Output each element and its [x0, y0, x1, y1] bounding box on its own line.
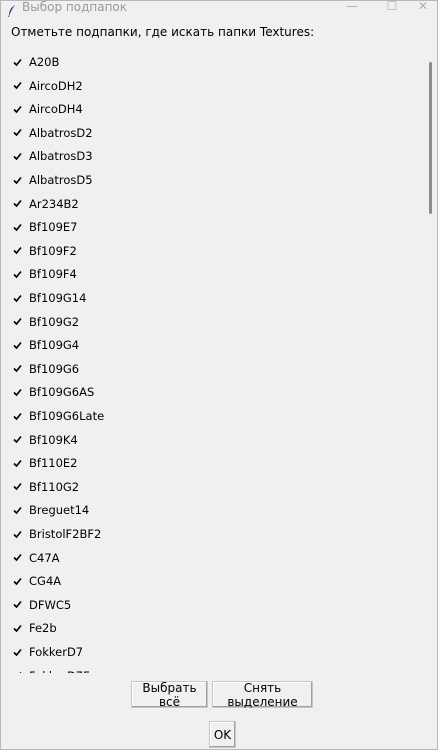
- checkmark-icon[interactable]: [13, 152, 22, 161]
- folder-checkbox-item[interactable]: Fe2b: [13, 619, 57, 637]
- checkmark-icon[interactable]: [13, 176, 22, 185]
- folder-checkbox-item[interactable]: DFWC5: [13, 596, 71, 614]
- checkmark-icon[interactable]: [13, 624, 22, 633]
- checkmark-icon[interactable]: [13, 128, 22, 137]
- folder-checkbox-list[interactable]: A20B AircoDH2 AircoDH4 AlbatrosD2 AlbatrosD3…: [9, 49, 423, 673]
- checkmark-icon[interactable]: [13, 317, 22, 326]
- folder-checkbox-item[interactable]: AircoDH2: [13, 77, 83, 95]
- folder-checkbox-item[interactable]: Bf110G2: [13, 478, 79, 496]
- folder-label: Fe2b: [29, 621, 57, 636]
- checkmark-icon[interactable]: [13, 553, 22, 562]
- checkmark-icon[interactable]: [13, 364, 22, 373]
- checkmark-icon[interactable]: [13, 412, 22, 421]
- checkmark-icon[interactable]: [13, 246, 22, 255]
- folder-label: Breguet14: [29, 503, 90, 518]
- prompt-label: Отметьте подпапки, где искать папки Text…: [11, 25, 315, 39]
- folder-checkbox-item[interactable]: Bf109G6AS: [13, 383, 94, 401]
- folder-checkbox-item[interactable]: Bf109G2: [13, 313, 79, 331]
- folder-label: DFWC5: [29, 597, 72, 612]
- folder-checkbox-item[interactable]: Bf109F4: [13, 265, 77, 283]
- folder-label: Bf109G14: [29, 291, 87, 305]
- folder-label: AircoDH4: [29, 102, 83, 117]
- folder-label: Bf109K4: [29, 432, 78, 447]
- folder-label: BristolF2BF2: [29, 527, 102, 541]
- folder-label: Bf109G6Late: [29, 409, 105, 423]
- folder-label: Bf109E7: [29, 220, 78, 235]
- minimize-button[interactable]: —: [335, 0, 369, 15]
- folder-label: Bf109G6: [29, 361, 80, 376]
- title-bar: Выбор подпапок — ☐ ✕: [1, 0, 438, 17]
- folder-label: C47A: [29, 550, 60, 565]
- folder-checkbox-item[interactable]: BristolF2BF2: [13, 525, 101, 543]
- folder-label: FokkerD7: [29, 645, 84, 659]
- checkmark-icon[interactable]: [13, 388, 22, 397]
- folder-label: FokkerD7F: [29, 669, 90, 673]
- select-all-button[interactable]: Выбрать всё: [131, 681, 208, 709]
- folder-checkbox-item[interactable]: AlbatrosD3: [13, 147, 93, 165]
- close-button[interactable]: ✕: [406, 0, 438, 15]
- vertical-scrollbar[interactable]: [429, 49, 433, 673]
- folder-checkbox-item[interactable]: Bf109G14: [13, 289, 86, 307]
- scrollbar-thumb[interactable]: [429, 62, 432, 214]
- folder-label: Bf109F4: [29, 267, 77, 282]
- folder-label: A20B: [29, 55, 60, 69]
- checkmark-icon[interactable]: [13, 530, 22, 539]
- checkmark-icon[interactable]: [13, 506, 22, 515]
- folder-checkbox-item[interactable]: CG4A: [13, 572, 61, 590]
- folder-checkbox-item[interactable]: AlbatrosD5: [13, 171, 93, 189]
- folder-checkbox-item[interactable]: Bf109E7: [13, 218, 77, 236]
- folder-checkbox-item[interactable]: AlbatrosD2: [13, 124, 93, 142]
- checkmark-icon[interactable]: [13, 58, 22, 67]
- ok-button[interactable]: OK: [209, 721, 236, 748]
- maximize-button[interactable]: ☐: [375, 0, 409, 15]
- folder-checkbox-item[interactable]: FokkerD7F: [13, 667, 90, 673]
- folder-label: Bf110E2: [29, 456, 78, 471]
- folder-label: AircoDH2: [29, 78, 83, 93]
- folder-label: AlbatrosD3: [29, 149, 93, 164]
- folder-select-window: Выбор подпапок — ☐ ✕ Отметьте подпапки, …: [0, 0, 438, 750]
- folder-label: Bf109G6AS: [29, 385, 95, 400]
- checkmark-icon[interactable]: [13, 600, 22, 609]
- feather-icon: [7, 2, 17, 17]
- checkmark-icon[interactable]: [13, 482, 22, 491]
- checkmark-icon[interactable]: [13, 341, 22, 350]
- folder-checkbox-item[interactable]: AircoDH4: [13, 100, 83, 118]
- checkmark-icon[interactable]: [13, 199, 22, 208]
- folder-checkbox-item[interactable]: Breguet14: [13, 501, 89, 519]
- folder-checkbox-item[interactable]: Bf109G6Late: [13, 407, 104, 425]
- checkmark-icon[interactable]: [13, 648, 22, 657]
- folder-checkbox-item[interactable]: FokkerD7: [13, 643, 83, 661]
- folder-label: Ar234B2: [29, 196, 79, 211]
- checkmark-icon[interactable]: [13, 671, 22, 673]
- checkmark-icon[interactable]: [13, 459, 22, 468]
- folder-label: CG4A: [29, 574, 62, 589]
- folder-checkbox-item[interactable]: A20B: [13, 53, 59, 71]
- checkmark-icon[interactable]: [13, 105, 22, 114]
- folder-checkbox-item[interactable]: Bf109G6: [13, 360, 79, 378]
- folder-checkbox-item[interactable]: Bf109K4: [13, 431, 78, 449]
- checkmark-icon[interactable]: [13, 81, 22, 90]
- folder-checkbox-item[interactable]: Bf109F2: [13, 242, 77, 260]
- folder-checkbox-item[interactable]: C47A: [13, 549, 60, 567]
- folder-checkbox-item[interactable]: Ar234B2: [13, 195, 79, 213]
- folder-label: Bf109G2: [29, 314, 80, 329]
- folder-checkbox-item[interactable]: Bf110E2: [13, 454, 77, 472]
- folder-label: Bf109G4: [29, 338, 80, 353]
- checkmark-icon[interactable]: [13, 270, 22, 279]
- checkmark-icon[interactable]: [13, 435, 22, 444]
- folder-label: AlbatrosD2: [29, 125, 93, 140]
- folder-label: AlbatrosD5: [29, 173, 93, 187]
- folder-label: Bf110G2: [29, 479, 80, 494]
- window-title: Выбор подпапок: [22, 0, 127, 14]
- deselect-all-button[interactable]: Снять выделение: [212, 681, 313, 709]
- checkmark-icon[interactable]: [13, 223, 22, 232]
- folder-checkbox-item[interactable]: Bf109G4: [13, 336, 79, 354]
- checkmark-icon[interactable]: [13, 577, 22, 586]
- folder-label: Bf109F2: [29, 243, 77, 258]
- checkmark-icon[interactable]: [13, 294, 22, 303]
